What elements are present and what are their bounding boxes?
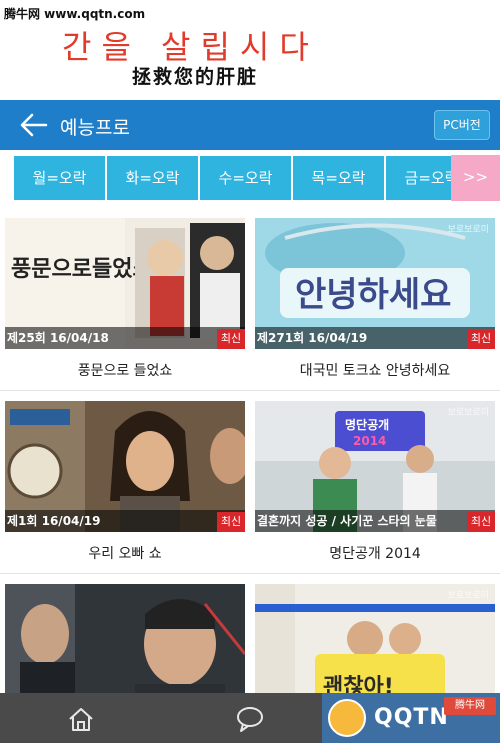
show-card[interactable]: 명단공개 2014 보로보로미 결혼까지 성공 / 사기꾼 스타의 눈물 최신 … <box>255 401 495 563</box>
show-card[interactable]: 제1회 16/04/19 최신 우리 오빠 쇼 <box>5 401 245 563</box>
tabs-more-button[interactable]: >> <box>451 155 500 201</box>
episode-label: 제25회 16/04/18 <box>7 331 109 345</box>
tab-wednesday[interactable]: 수=오락 <box>199 155 292 201</box>
show-title[interactable]: 명단공개 2014 <box>255 543 495 563</box>
show-thumbnail[interactable]: 제1회 16/04/19 최신 <box>5 401 245 532</box>
show-title[interactable]: 대국민 토크쇼 안녕하세요 <box>255 360 495 380</box>
day-tabs: 월=오락 화=오락 수=오락 목=오락 금=오락 >> <box>0 150 500 206</box>
svg-text:풍문으로들었쇼: 풍문으로들었쇼 <box>11 257 153 282</box>
svg-text:안녕하세요: 안녕하세요 <box>295 275 451 315</box>
qqtn-badge: 腾牛网 <box>444 697 496 715</box>
chat-icon[interactable] <box>235 704 265 734</box>
qqtn-logo-icon <box>328 699 366 737</box>
new-badge: 최신 <box>467 329 495 349</box>
show-card[interactable]: 풍문으로들었쇼 제25회 16/04/18 최신 풍문으로 들었쇼 <box>5 218 245 380</box>
episode-label: 결혼까지 성공 / 사기꾼 스타의 눈물 <box>257 514 437 528</box>
site-watermark-mark: 보로보로미 <box>447 408 489 418</box>
site-watermark-mark: 보로보로미 <box>447 225 489 235</box>
new-badge: 최신 <box>217 329 245 349</box>
pc-version-button[interactable]: PC버전 <box>434 110 490 140</box>
site-watermark: 腾牛网 www.qqtn.com <box>4 7 146 21</box>
show-card[interactable]: 안녕하세요 보로보로미 제271회 16/04/19 최신 대국민 토크쇼 안녕… <box>255 218 495 380</box>
new-badge: 최신 <box>467 512 495 532</box>
tab-thursday[interactable]: 목=오락 <box>292 155 385 201</box>
show-thumbnail[interactable]: 명단공개 2014 보로보로미 결혼까지 성공 / 사기꾼 스타의 눈물 최신 <box>255 401 495 532</box>
show-thumbnail[interactable]: 풍문으로들었쇼 제25회 16/04/18 최신 <box>5 218 245 349</box>
promo-banner[interactable]: 腾牛网 www.qqtn.com 간을 살립시다 拯救您的肝脏 <box>0 0 500 98</box>
site-watermark-mark: 보로보로미 <box>447 591 489 601</box>
show-title[interactable]: 풍문으로 들었쇼 <box>5 360 245 380</box>
row-divider <box>0 573 500 574</box>
tab-monday[interactable]: 월=오락 <box>13 155 106 201</box>
episode-label: 제1회 16/04/19 <box>7 514 101 528</box>
svg-text:명단공개: 명단공개 <box>345 417 389 432</box>
episode-label: 제271회 16/04/19 <box>257 331 368 345</box>
qqtn-wordmark: QQTN <box>374 705 449 730</box>
show-title[interactable]: 우리 오빠 쇼 <box>5 543 245 563</box>
banner-subline: 拯救您的肝脏 <box>132 66 259 88</box>
back-button[interactable] <box>18 111 50 139</box>
page-title: 예능프로 <box>60 117 130 139</box>
new-badge: 최신 <box>217 512 245 532</box>
svg-text:2014: 2014 <box>353 434 386 448</box>
page: 腾牛网 www.qqtn.com 간을 살립시다 拯救您的肝脏 예능프로 PC버… <box>0 0 500 743</box>
qqtn-watermark: QQTN 腾牛网 <box>322 693 500 743</box>
row-divider <box>0 390 500 391</box>
show-thumbnail[interactable]: 안녕하세요 보로보로미 제271회 16/04/19 최신 <box>255 218 495 349</box>
arrow-left-icon <box>20 113 48 137</box>
tab-tuesday[interactable]: 화=오락 <box>106 155 199 201</box>
home-icon[interactable] <box>66 704 96 734</box>
app-header: 예능프로 PC버전 <box>0 100 500 150</box>
